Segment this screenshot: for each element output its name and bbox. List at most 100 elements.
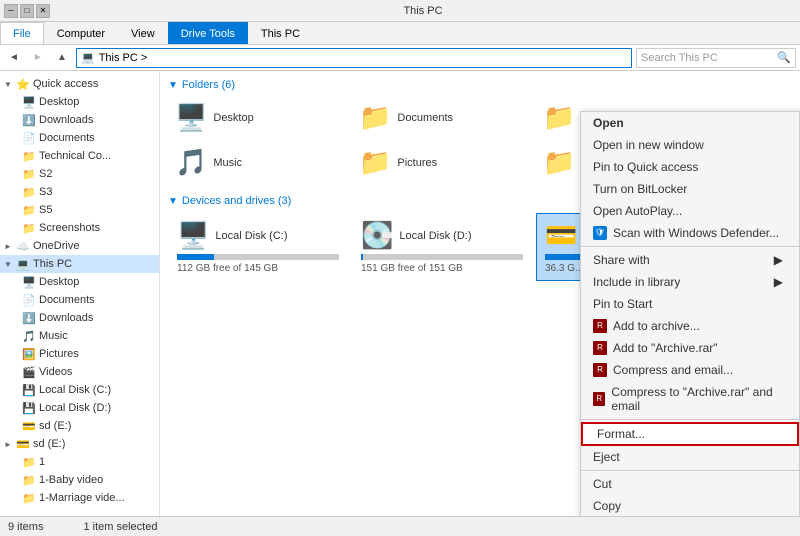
sidebar-label: Downloads bbox=[39, 312, 93, 324]
sidebar-item-quick-access[interactable]: ▼ ⭐ Quick access bbox=[0, 75, 159, 93]
content-area: ▼ Folders (6) 🖥️ Desktop 📁 Documents 📁 D… bbox=[160, 71, 800, 516]
up-button[interactable]: ▲ bbox=[52, 48, 72, 68]
ctx-label-defender: Scan with Windows Defender... bbox=[613, 226, 779, 240]
defender-icon: 🛡 bbox=[593, 226, 607, 240]
sidebar-item-pictures[interactable]: 🖼️ Pictures bbox=[0, 345, 159, 363]
folder-icon: 📁 bbox=[22, 203, 36, 217]
address-path[interactable]: 💻 This PC > bbox=[76, 48, 632, 68]
search-placeholder: Search This PC bbox=[641, 52, 718, 64]
sidebar-item-local-c[interactable]: 💾 Local Disk (C:) bbox=[0, 381, 159, 399]
ctx-open-new-window[interactable]: Open in new window bbox=[581, 134, 799, 156]
sidebar-label: Local Disk (C:) bbox=[39, 384, 111, 396]
back-button[interactable]: ◄ bbox=[4, 48, 24, 68]
main-area: ▼ ⭐ Quick access 🖥️ Desktop ⬇️ Downloads… bbox=[0, 71, 800, 516]
sidebar-label: sd (E:) bbox=[33, 438, 65, 450]
folder-label-desktop: Desktop bbox=[213, 112, 253, 124]
sidebar-item-this-pc[interactable]: ▼ 💻 This PC bbox=[0, 255, 159, 273]
sidebar-item-screenshots[interactable]: 📁 Screenshots bbox=[0, 219, 159, 237]
sidebar-item-folder-1[interactable]: 📁 1 bbox=[0, 453, 159, 471]
sidebar-item-downloads-qa[interactable]: ⬇️ Downloads bbox=[0, 111, 159, 129]
folder-icon: 📁 bbox=[22, 167, 36, 181]
folder-item-pictures[interactable]: 📁 Pictures bbox=[352, 142, 532, 183]
folder-icon: 📁 bbox=[22, 149, 36, 163]
sidebar-item-marriage-video[interactable]: 📁 1-Marriage vide... bbox=[0, 489, 159, 507]
archive-icon: R bbox=[593, 363, 607, 377]
ctx-label-eject: Eject bbox=[593, 450, 620, 464]
sidebar-item-s5[interactable]: 📁 S5 bbox=[0, 201, 159, 219]
close-button[interactable]: ✕ bbox=[36, 4, 50, 18]
ctx-autoplay[interactable]: Open AutoPlay... bbox=[581, 200, 799, 222]
chevron-right-icon: ► bbox=[4, 242, 14, 251]
folders-section-label: Folders (6) bbox=[182, 79, 235, 91]
folder-item-desktop[interactable]: 🖥️ Desktop bbox=[168, 97, 348, 138]
sidebar-item-music[interactable]: 🎵 Music bbox=[0, 327, 159, 345]
sidebar-label: Technical Co... bbox=[39, 150, 111, 162]
sidebar-item-downloads-pc[interactable]: ⬇️ Downloads bbox=[0, 309, 159, 327]
forward-button[interactable]: ► bbox=[28, 48, 48, 68]
document-icon: 📄 bbox=[22, 131, 36, 145]
folder-item-documents[interactable]: 📁 Documents bbox=[352, 97, 532, 138]
drive-progress-d bbox=[361, 254, 523, 260]
videos-icon: 🎬 bbox=[22, 365, 36, 379]
ctx-compress-rar-email[interactable]: R Compress to "Archive.rar" and email bbox=[581, 381, 799, 417]
ctx-format[interactable]: Format... bbox=[581, 422, 799, 446]
tab-view[interactable]: View bbox=[118, 22, 168, 44]
sidebar-item-desktop-pc[interactable]: 🖥️ Desktop bbox=[0, 273, 159, 291]
sidebar-label: Documents bbox=[39, 132, 95, 144]
ctx-include-library[interactable]: Include in library ▶ bbox=[581, 271, 799, 293]
sidebar-item-videos[interactable]: 🎬 Videos bbox=[0, 363, 159, 381]
sidebar-label-this-pc: This PC bbox=[33, 258, 72, 270]
folder-icon: 📁 bbox=[22, 185, 36, 199]
drive-label-c: Local Disk (C:) bbox=[215, 230, 287, 242]
ctx-divider-3 bbox=[581, 470, 799, 471]
folders-section-header[interactable]: ▼ Folders (6) bbox=[168, 79, 792, 91]
sidebar-label: S5 bbox=[39, 204, 52, 216]
sidebar-item-documents-pc[interactable]: 📄 Documents bbox=[0, 291, 159, 309]
ctx-eject[interactable]: Eject bbox=[581, 446, 799, 468]
document-icon: 📄 bbox=[22, 293, 36, 307]
ctx-add-archive[interactable]: R Add to archive... bbox=[581, 315, 799, 337]
sidebar-item-documents-qa[interactable]: 📄 Documents bbox=[0, 129, 159, 147]
tab-file[interactable]: File bbox=[0, 22, 44, 44]
tab-this-pc[interactable]: This PC bbox=[248, 22, 313, 44]
ctx-pin-quick-access[interactable]: Pin to Quick access bbox=[581, 156, 799, 178]
sidebar-label: Downloads bbox=[39, 114, 93, 126]
maximize-button[interactable]: □ bbox=[20, 4, 34, 18]
sidebar-item-onedrive[interactable]: ► ☁️ OneDrive bbox=[0, 237, 159, 255]
sidebar-item-sd-e[interactable]: 💳 sd (E:) bbox=[0, 417, 159, 435]
ctx-compress-email[interactable]: R Compress and email... bbox=[581, 359, 799, 381]
title-bar-title: This PC bbox=[50, 5, 796, 17]
status-items-count: 9 items bbox=[8, 521, 43, 533]
ribbon-tab-bar: File Computer View Drive Tools This PC bbox=[0, 22, 800, 44]
sidebar-item-baby-video[interactable]: 📁 1-Baby video bbox=[0, 471, 159, 489]
ctx-open[interactable]: Open bbox=[581, 112, 799, 134]
sidebar-item-technical[interactable]: 📁 Technical Co... bbox=[0, 147, 159, 165]
path-icon: 💻 bbox=[81, 51, 95, 64]
search-box[interactable]: Search This PC 🔍 bbox=[636, 48, 796, 68]
ctx-copy[interactable]: Copy bbox=[581, 495, 799, 516]
folder-item-music[interactable]: 🎵 Music bbox=[168, 142, 348, 183]
documents-folder-icon: 📁 bbox=[359, 102, 391, 133]
music-folder-icon: 🎵 bbox=[175, 147, 207, 178]
cloud-icon: ☁️ bbox=[16, 239, 30, 253]
sd-icon: 💳 bbox=[22, 419, 36, 433]
ctx-bitlocker[interactable]: Turn on BitLocker bbox=[581, 178, 799, 200]
tab-drive-tools[interactable]: Drive Tools bbox=[168, 22, 248, 44]
ctx-cut[interactable]: Cut bbox=[581, 473, 799, 495]
sidebar-item-s2[interactable]: 📁 S2 bbox=[0, 165, 159, 183]
chevron-down-icon: ▼ bbox=[168, 196, 178, 207]
sidebar-item-sd-root[interactable]: ► 💳 sd (E:) bbox=[0, 435, 159, 453]
ctx-defender[interactable]: 🛡 Scan with Windows Defender... bbox=[581, 222, 799, 244]
sidebar-label-quick-access: Quick access bbox=[33, 78, 98, 90]
minimize-button[interactable]: ─ bbox=[4, 4, 18, 18]
ctx-share-with[interactable]: Share with ▶ bbox=[581, 249, 799, 271]
drive-item-d[interactable]: 💽 Local Disk (D:) 151 GB free of 151 GB bbox=[352, 213, 532, 281]
sidebar-label: S3 bbox=[39, 186, 52, 198]
sidebar-item-s3[interactable]: 📁 S3 bbox=[0, 183, 159, 201]
ctx-add-rar[interactable]: R Add to "Archive.rar" bbox=[581, 337, 799, 359]
ctx-pin-start[interactable]: Pin to Start bbox=[581, 293, 799, 315]
tab-computer[interactable]: Computer bbox=[44, 22, 118, 44]
drive-item-c[interactable]: 🖥️ Local Disk (C:) 112 GB free of 145 GB bbox=[168, 213, 348, 281]
sidebar-item-local-d[interactable]: 💾 Local Disk (D:) bbox=[0, 399, 159, 417]
sidebar-item-desktop-qa[interactable]: 🖥️ Desktop bbox=[0, 93, 159, 111]
